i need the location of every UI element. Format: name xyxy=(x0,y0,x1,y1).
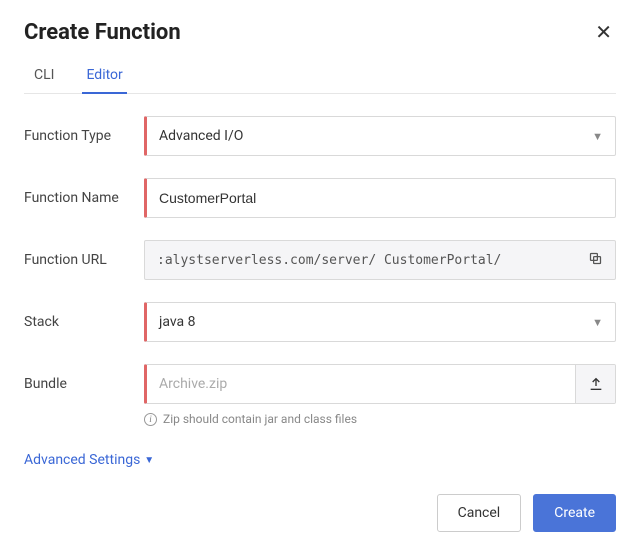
bundle-hint: i Zip should contain jar and class files xyxy=(144,412,616,426)
tab-cli[interactable]: CLI xyxy=(30,59,58,93)
bundle-hint-text: Zip should contain jar and class files xyxy=(163,412,357,426)
bundle-placeholder: Archive.zip xyxy=(147,376,575,392)
function-name-input[interactable] xyxy=(144,178,616,218)
bundle-label: Bundle xyxy=(24,376,144,392)
function-name-label: Function Name xyxy=(24,190,144,206)
tab-bar: CLI Editor xyxy=(24,59,616,94)
triangle-down-icon: ▼ xyxy=(144,455,154,466)
dialog-title: Create Function xyxy=(24,20,181,45)
advanced-settings-toggle[interactable]: Advanced Settings ▼ xyxy=(24,452,154,468)
stack-value: java 8 xyxy=(159,314,196,330)
bundle-input[interactable]: Archive.zip xyxy=(144,364,616,404)
stack-label: Stack xyxy=(24,314,144,330)
function-type-value: Advanced I/O xyxy=(159,128,243,144)
chevron-down-icon: ▼ xyxy=(592,130,603,143)
function-url-value: :alystserverless.com/server/ CustomerPor… xyxy=(157,253,501,268)
close-icon[interactable]: ✕ xyxy=(591,20,616,44)
function-url-display: :alystserverless.com/server/ CustomerPor… xyxy=(144,240,616,280)
tab-editor[interactable]: Editor xyxy=(82,59,126,93)
function-type-label: Function Type xyxy=(24,128,144,144)
stack-select[interactable]: java 8 ▼ xyxy=(144,302,616,342)
upload-icon[interactable] xyxy=(575,365,615,403)
copy-icon[interactable] xyxy=(588,251,603,270)
cancel-button[interactable]: Cancel xyxy=(437,494,522,532)
function-url-label: Function URL xyxy=(24,252,144,268)
function-type-select[interactable]: Advanced I/O ▼ xyxy=(144,116,616,156)
chevron-down-icon: ▼ xyxy=(592,316,603,329)
create-button[interactable]: Create xyxy=(533,494,616,532)
advanced-settings-label: Advanced Settings xyxy=(24,452,140,468)
info-icon: i xyxy=(144,413,157,426)
